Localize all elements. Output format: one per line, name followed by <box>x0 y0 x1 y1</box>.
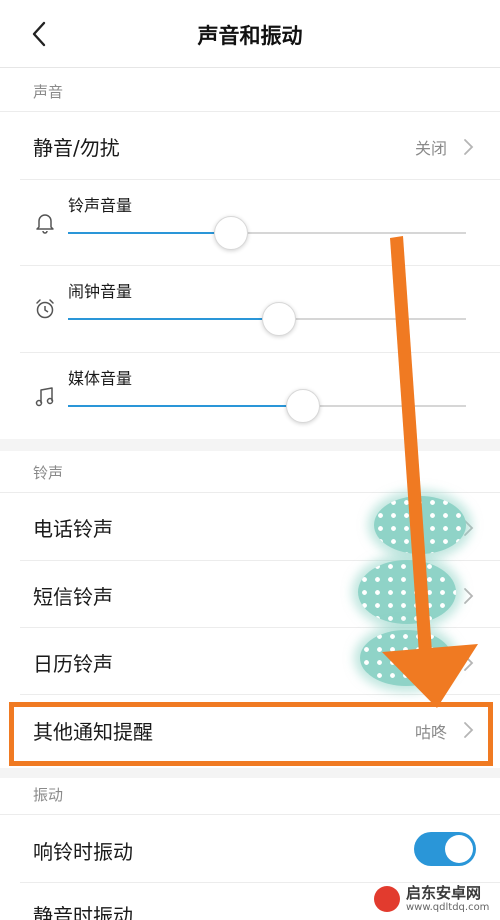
toggle-knob <box>445 835 473 863</box>
divider <box>20 352 500 353</box>
vibrate-on-ring-label: 响铃时振动 <box>33 840 133 864</box>
chevron-right-icon <box>462 653 476 673</box>
vibrate-on-silent-label: 静音时振动 <box>33 904 133 920</box>
bell-icon <box>32 210 58 236</box>
ringer-volume-slider[interactable] <box>68 216 466 250</box>
divider <box>20 265 500 266</box>
top-bar: 声音和振动 <box>0 0 500 68</box>
phone-ringtone-label: 电话铃声 <box>33 517 113 541</box>
alarm-clock-icon <box>32 296 58 322</box>
calendar-ringtone-label: 日历铃声 <box>33 652 113 676</box>
slider-fill <box>68 232 232 234</box>
ringer-volume-label: 铃声音量 <box>68 196 133 215</box>
media-volume-slider[interactable] <box>68 389 466 423</box>
divider <box>20 179 500 180</box>
slider-thumb[interactable] <box>214 216 249 250</box>
divider <box>0 492 500 493</box>
silent-mode-label: 静音/勿扰 <box>33 136 120 160</box>
redaction-blob <box>374 496 466 554</box>
sms-ringtone-label: 短信铃声 <box>33 585 113 609</box>
alarm-volume-label: 闹钟音量 <box>68 282 133 301</box>
watermark-name: 启东安卓网 <box>406 884 482 902</box>
watermark-url: www.qdltdq.com <box>406 902 490 913</box>
alarm-volume-slider[interactable] <box>68 302 466 336</box>
watermark: 启东安卓网 www.qdltdq.com <box>370 880 500 920</box>
divider <box>0 111 500 112</box>
divider <box>0 814 500 815</box>
section-label-ringtone: 铃声 <box>33 464 64 482</box>
divider <box>20 627 500 628</box>
section-label-vibration: 振动 <box>33 786 64 804</box>
redaction-blob <box>360 630 452 686</box>
watermark-logo-icon <box>374 886 400 912</box>
section-label-sound: 声音 <box>33 83 64 101</box>
slider-fill <box>68 405 303 407</box>
redaction-blob <box>358 560 456 624</box>
divider <box>20 560 500 561</box>
media-volume-label: 媒体音量 <box>68 369 133 388</box>
section-gap <box>0 768 500 778</box>
annotation-highlight-box <box>9 702 493 766</box>
chevron-right-icon <box>462 137 476 157</box>
page-title: 声音和振动 <box>197 24 303 48</box>
slider-thumb[interactable] <box>261 302 296 336</box>
slider-fill <box>68 318 279 320</box>
section-gap <box>0 439 500 451</box>
music-note-icon <box>32 384 58 410</box>
vibrate-on-ring-toggle[interactable] <box>414 832 476 866</box>
silent-mode-value: 关闭 <box>415 139 448 158</box>
divider <box>20 694 500 695</box>
slider-thumb[interactable] <box>285 389 320 423</box>
chevron-right-icon <box>462 586 476 606</box>
